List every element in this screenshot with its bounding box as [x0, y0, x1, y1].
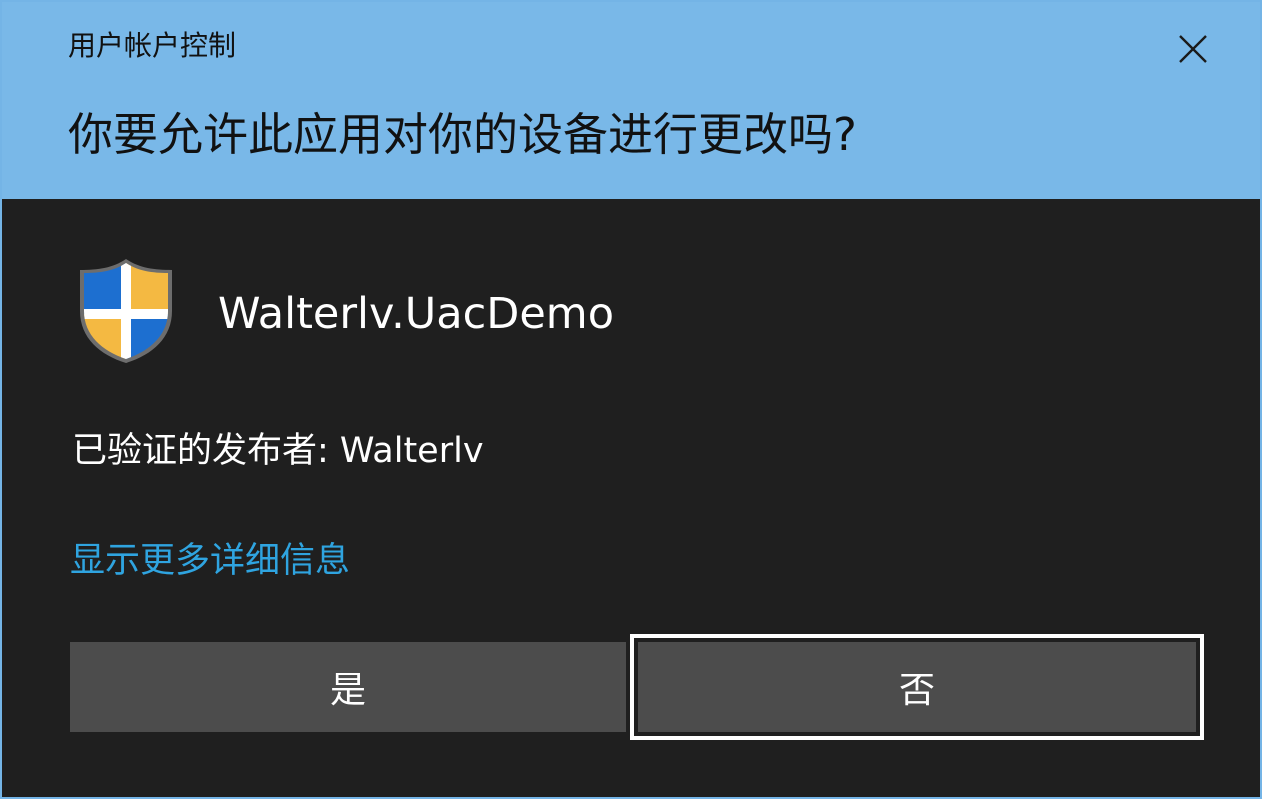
- yes-button-label: 是: [329, 670, 366, 711]
- dialog-title: 用户帐户控制: [68, 29, 237, 62]
- publisher-label: 已验证的发布者: Walterlv: [72, 431, 484, 471]
- close-button[interactable]: [1168, 24, 1218, 74]
- yes-button[interactable]: 是: [70, 642, 626, 732]
- app-name: Walterlv.UacDemo: [218, 289, 615, 339]
- show-more-details-link[interactable]: 显示更多详细信息: [70, 538, 350, 584]
- no-button[interactable]: 否: [630, 634, 1204, 740]
- shield-icon: [76, 259, 176, 363]
- dialog-header: 用户帐户控制 你要允许此应用对你的设备进行更改吗?: [2, 2, 1260, 199]
- no-button-inner: 否: [634, 638, 1200, 736]
- no-button-label: 否: [898, 670, 935, 711]
- uac-dialog: 用户帐户控制 你要允许此应用对你的设备进行更改吗? Walterlv.UacDe…: [0, 0, 1262, 799]
- close-icon: [1179, 35, 1207, 63]
- dialog-question: 你要允许此应用对你的设备进行更改吗?: [68, 108, 857, 161]
